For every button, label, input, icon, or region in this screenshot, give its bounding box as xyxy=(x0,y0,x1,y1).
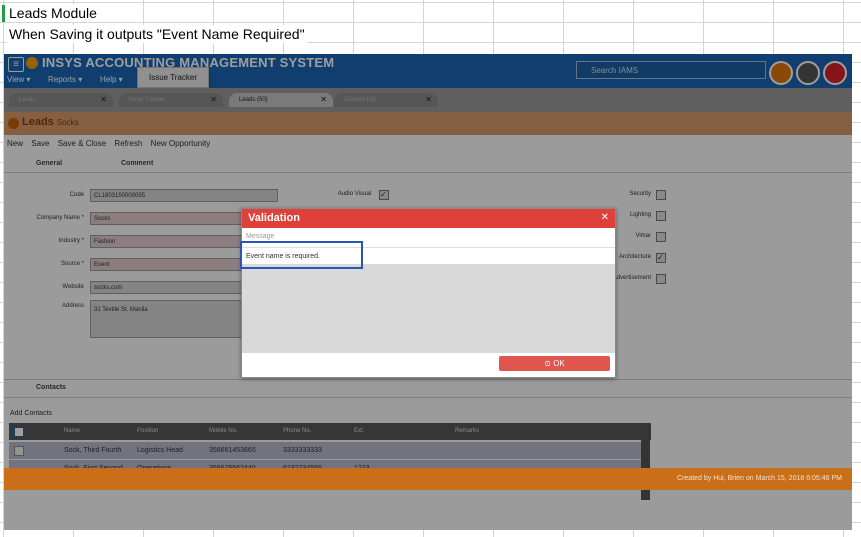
validation-dialog: Validation ✕ Message Event name is requi… xyxy=(241,208,616,378)
footer-bar: Created by Hui, Brien on March 15, 2018 … xyxy=(4,468,852,490)
dialog-title: Validation xyxy=(248,212,300,224)
dialog-header: Validation ✕ xyxy=(242,209,615,228)
cell-a1[interactable]: Leads Module xyxy=(7,4,99,22)
dialog-caption: Message xyxy=(246,233,275,240)
dialog-body xyxy=(242,264,615,353)
cell-a2[interactable]: When Saving it outputs "Event Name Requi… xyxy=(7,25,307,43)
close-icon[interactable]: ✕ xyxy=(601,212,609,223)
ok-button[interactable]: ⊙ OK xyxy=(499,356,610,371)
highlight-box xyxy=(240,241,363,269)
selected-cell-marker xyxy=(2,5,5,22)
footer-text: Created by Hui, Brien on March 15, 2018 … xyxy=(677,475,842,482)
ok-label: OK xyxy=(553,359,565,368)
